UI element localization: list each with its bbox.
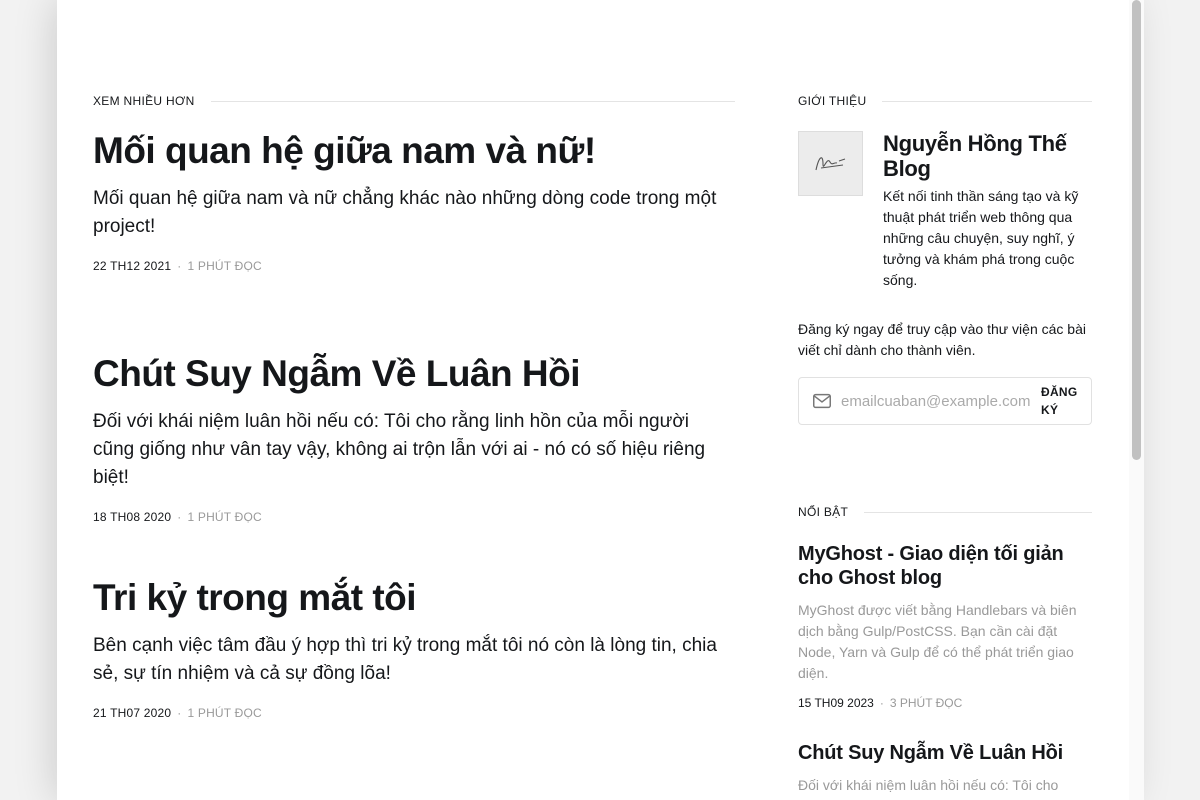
section-divider [864,511,1092,513]
email-input[interactable]: emailcuaban@example.com [841,393,1041,410]
section-divider [882,100,1092,102]
featured-post-meta: 15 TH09 2023 · 3 PHÚT ĐỌC [798,696,1092,710]
post-excerpt: Đối với khái niệm luân hồi nếu có: Tôi c… [93,411,706,488]
post-read-time: 1 PHÚT ĐỌC [187,259,262,273]
featured-post-read-time: 3 PHÚT ĐỌC [889,696,963,710]
featured-post-date: 15 TH09 2023 [798,696,874,710]
post-date: 21 TH07 2020 [93,706,172,720]
post-read-time: 1 PHÚT ĐỌC [187,510,262,524]
subscribe-form[interactable]: emailcuaban@example.com ĐĂNG KÝ [798,377,1092,425]
featured-post-title[interactable]: MyGhost - Giao diện tối giản cho Ghost b… [798,542,1092,590]
avatar[interactable] [798,131,863,196]
featured-post[interactable]: MyGhost - Giao diện tối giản cho Ghost b… [798,542,1092,710]
post-title[interactable]: Mối quan hệ giữa nam và nữ! [93,129,735,173]
section-title: XEM NHIỀU HƠN [93,94,195,108]
post-meta: 18 TH08 2020 · 1 PHÚT ĐỌC [93,510,735,524]
featured-title: NỔI BẬT [798,505,849,519]
about-title: GIỚI THIỆU [798,94,867,108]
section-header-featured: NỔI BẬT [798,505,1092,519]
meta-separator: · [177,510,182,524]
post-title[interactable]: Chút Suy Ngẫm Về Luân Hồi [93,352,735,396]
section-divider [210,100,735,102]
meta-separator: · [177,706,182,720]
section-header-about: GIỚI THIỆU [798,94,1092,108]
post-date: 18 TH08 2020 [93,510,172,524]
meta-separator: · [879,696,884,710]
post-excerpt: Bên cạnh việc tâm đầu ý hợp thì tri kỷ t… [93,635,717,684]
featured-post-title[interactable]: Chút Suy Ngẫm Về Luân Hồi [798,741,1092,765]
subscribe-button[interactable]: ĐĂNG KÝ [1041,383,1085,419]
featured-post-excerpt: MyGhost được viết bằng Handlebars và biê… [798,602,1077,681]
post-date: 22 TH12 2021 [93,259,172,273]
scrollbar-thumb[interactable] [1132,0,1141,460]
featured-post[interactable]: Chút Suy Ngẫm Về Luân Hồi Đối với khái n… [798,741,1092,796]
page-frame: XEM NHIỀU HƠN Mối quan hệ giữa nam và nữ… [57,0,1129,800]
post-excerpt: Mối quan hệ giữa nam và nữ chẳng khác nà… [93,188,717,237]
author-name[interactable]: Nguyễn Hồng Thế Blog [883,131,1092,181]
author-description: Kết nối tinh thần sáng tạo và kỹ thuật p… [883,188,1079,288]
featured-post-excerpt: Đối với khái niệm luân hồi nếu có: Tôi c… [798,777,1059,793]
signature-icon [799,132,862,195]
post-card[interactable]: Chút Suy Ngẫm Về Luân Hồi Đối với khái n… [93,352,735,524]
post-card[interactable]: Tri kỷ trong mắt tôi Bên cạnh việc tâm đ… [93,576,735,720]
post-card[interactable]: Mối quan hệ giữa nam và nữ! Mối quan hệ … [93,129,735,273]
post-title[interactable]: Tri kỷ trong mắt tôi [93,576,735,620]
mail-icon [813,393,831,409]
meta-separator: · [177,259,182,273]
post-meta: 22 TH12 2021 · 1 PHÚT ĐỌC [93,259,735,273]
post-read-time: 1 PHÚT ĐỌC [187,706,262,720]
section-header-more: XEM NHIỀU HƠN [93,94,735,108]
subscribe-text: Đăng ký ngay để truy cập vào thư viện cá… [798,321,1086,358]
post-meta: 21 TH07 2020 · 1 PHÚT ĐỌC [93,706,735,720]
